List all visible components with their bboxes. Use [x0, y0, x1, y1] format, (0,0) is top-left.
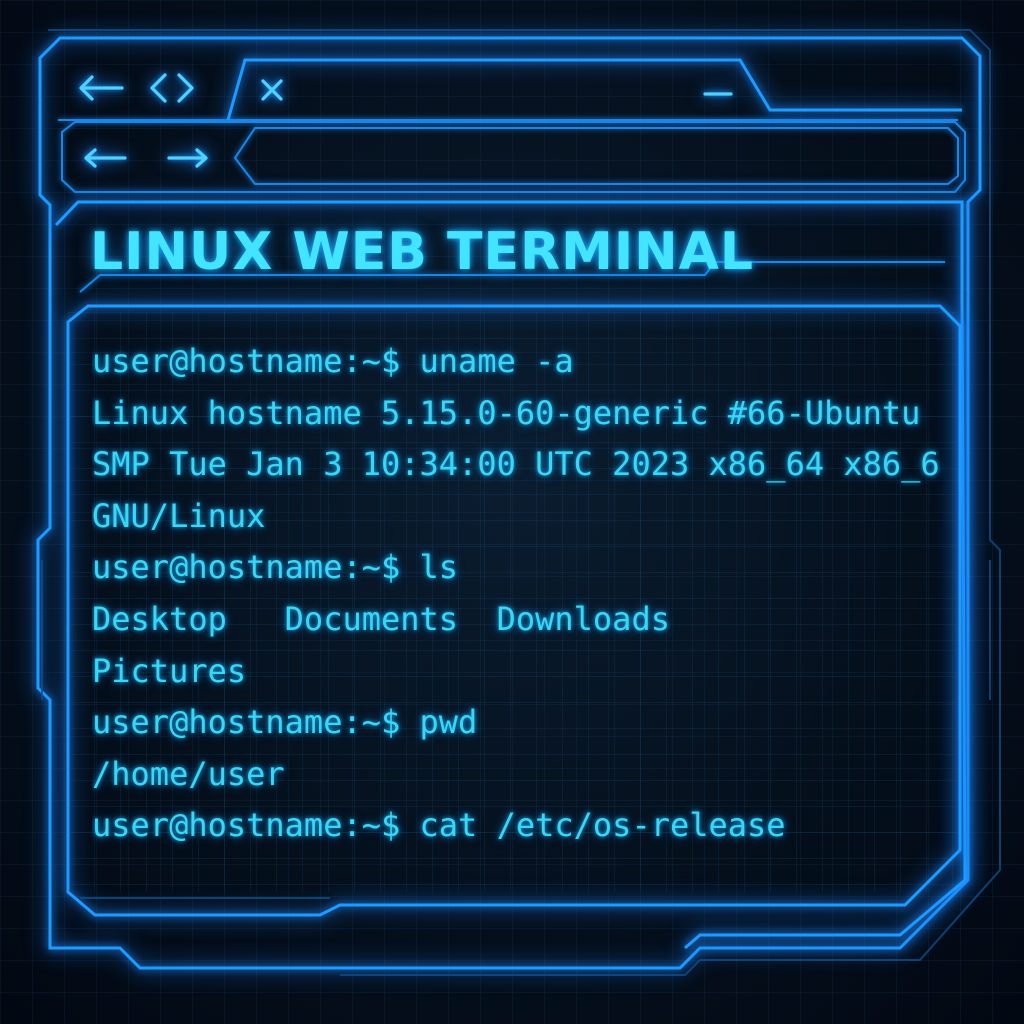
- minimize-button[interactable]: [696, 74, 740, 102]
- titlebar-back-button[interactable]: [72, 66, 128, 110]
- terminal-line: SMP Tue Jan 3 10:34:00 UTC 2023 x86_64 x…: [92, 445, 940, 484]
- terminal-line: user@hostname:~$ pwd: [92, 703, 478, 742]
- forward-arrow-icon: [167, 148, 208, 168]
- code-brackets-icon: [150, 73, 194, 103]
- back-arrow-icon: [84, 148, 127, 168]
- terminal-output[interactable]: user@hostname:~$ uname -a Linux hostname…: [92, 336, 962, 876]
- page-title: LINUX WEB TERMINAL: [90, 222, 755, 282]
- address-bar[interactable]: [240, 130, 955, 180]
- terminal-line: /home/user: [92, 754, 285, 793]
- back-arrow-icon: [79, 75, 124, 101]
- terminal-line: Linux hostname 5.15.0-60-generic #66-Ubu…: [92, 393, 921, 432]
- toolbar-forward-button[interactable]: [160, 140, 216, 176]
- tab-close-button[interactable]: [252, 70, 292, 110]
- toolbar-back-button[interactable]: [76, 140, 132, 176]
- terminal-line: GNU/Linux: [92, 496, 266, 535]
- minimize-icon: [703, 92, 733, 96]
- terminal-line: Pictures: [92, 651, 247, 690]
- close-icon: [261, 79, 283, 101]
- terminal-line: user@hostname:~$ cat /etc/os-release: [92, 806, 786, 845]
- titlebar-code-button[interactable]: [142, 66, 202, 110]
- terminal-line: user@hostname:~$ uname -a: [92, 342, 574, 380]
- terminal-line: Desktop Documents Downloads: [92, 599, 670, 638]
- terminal-line: user@hostname:~$ ls: [92, 548, 459, 587]
